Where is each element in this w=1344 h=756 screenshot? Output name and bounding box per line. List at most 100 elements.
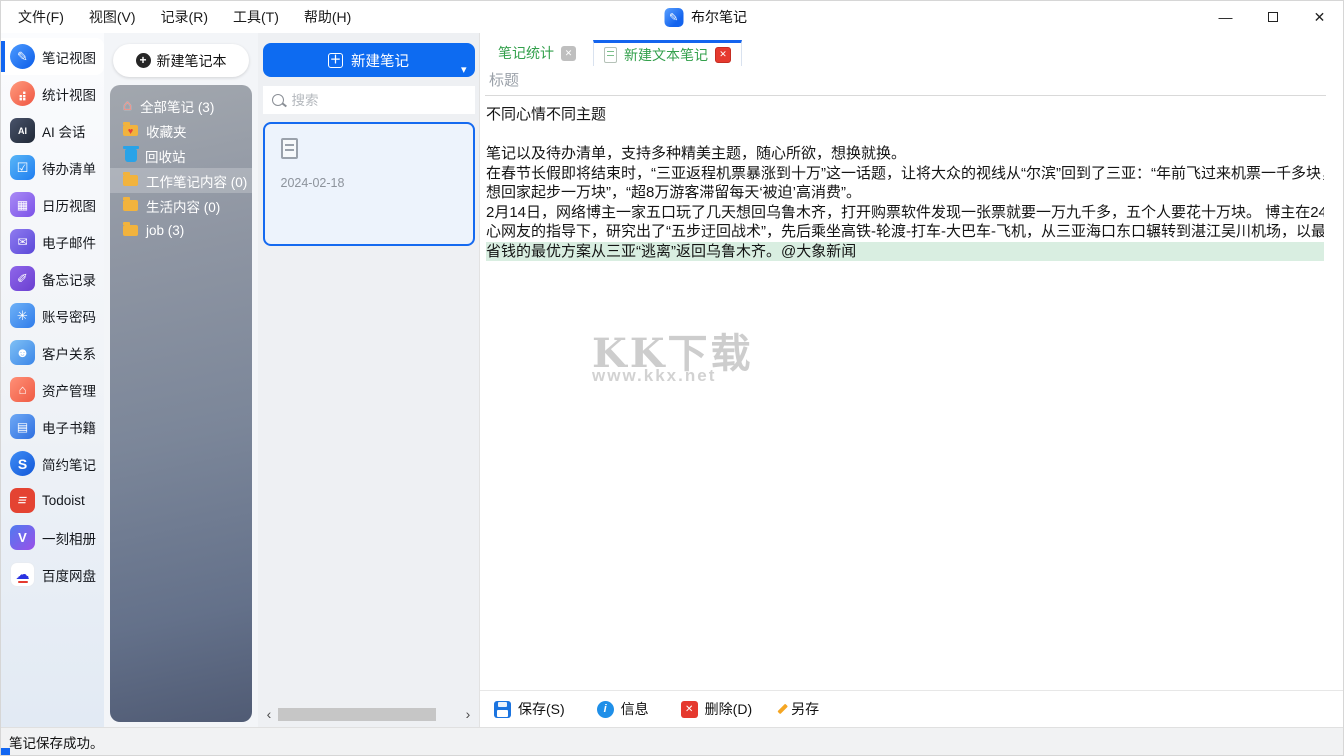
tab-bar: 笔记统计 ✕ 新建文本笔记 ✕ bbox=[480, 39, 1343, 66]
editor-text-line bbox=[486, 125, 1324, 145]
sidebar-item-passwords[interactable]: ✳ 账号密码 bbox=[1, 297, 104, 334]
tab-new-text-note[interactable]: 新建文本笔记 ✕ bbox=[593, 40, 742, 66]
menu-file[interactable]: 文件(F) bbox=[9, 1, 73, 33]
pencil-icon bbox=[777, 703, 787, 713]
sidebar-item-ebooks[interactable]: ▤ 电子书籍 bbox=[1, 408, 104, 445]
menu-bar: 文件(F) 视图(V) 记录(R) 工具(T) 帮助(H) bbox=[1, 1, 367, 33]
maximize-button[interactable] bbox=[1249, 1, 1296, 33]
sidebar-label: 日历视图 bbox=[42, 195, 96, 215]
sidebar-label: 备忘记录 bbox=[42, 269, 96, 289]
search-input[interactable] bbox=[292, 93, 475, 108]
baidu-netdisk-icon: ☁ bbox=[10, 562, 35, 587]
scroll-left-arrow-icon[interactable]: ‹ bbox=[262, 707, 276, 721]
tree-item-life-notes[interactable]: 生活内容 (0) bbox=[110, 193, 252, 218]
main-area: ✎ 笔记视图 ⣴ 统计视图 AI AI 会话 ☑ 待办清单 ▦ 日历视图 ✉ 电… bbox=[1, 33, 1343, 727]
close-icon[interactable]: ✕ bbox=[715, 47, 731, 63]
favorites-folder-icon bbox=[123, 125, 138, 136]
info-button[interactable]: i 信息 bbox=[597, 699, 649, 719]
assets-icon: ⌂ bbox=[10, 377, 35, 402]
plus-square-icon: ＋ bbox=[328, 53, 343, 68]
sidebar-label: 客户关系 bbox=[42, 343, 96, 363]
memo-icon: ✐ bbox=[10, 266, 35, 291]
app-window: 文件(F) 视图(V) 记录(R) 工具(T) 帮助(H) ✎ 布尔笔记 — ✕… bbox=[0, 0, 1344, 756]
chevron-down-icon[interactable]: ▾ bbox=[461, 63, 467, 76]
menu-view[interactable]: 视图(V) bbox=[80, 1, 145, 33]
sidebar-label: 待办清单 bbox=[42, 158, 96, 178]
notebook-panel: + 新建笔记本 ⌂ 全部笔记 (3) 收藏夹 回收站 工作笔记内 bbox=[104, 33, 258, 727]
tree-item-all-notes[interactable]: ⌂ 全部笔记 (3) bbox=[110, 93, 252, 118]
tree-label: 工作笔记内容 (0) bbox=[146, 171, 247, 191]
plus-icon: + bbox=[136, 53, 151, 68]
tree-item-job[interactable]: job (3) bbox=[110, 218, 252, 243]
tree-item-favorites[interactable]: 收藏夹 bbox=[110, 118, 252, 143]
sidebar-item-simple-notes[interactable]: S 简约笔记 bbox=[1, 445, 104, 482]
save-label: 保存(S) bbox=[518, 699, 565, 719]
sidebar-label: 笔记视图 bbox=[42, 47, 96, 67]
save-as-label: 另存 bbox=[791, 699, 819, 719]
note-list-panel: ＋ 新建笔记 ▾ 2024-02-18 ‹ › bbox=[258, 33, 479, 727]
save-as-button[interactable]: 另存 bbox=[784, 699, 819, 719]
editor-text-line-highlighted: 省钱的最优方案从三亚“逃离”返回乌鲁木齐。@大象新闻 bbox=[486, 242, 1324, 262]
tree-label: 回收站 bbox=[145, 146, 186, 166]
sidebar-label: 电子书籍 bbox=[42, 417, 96, 437]
new-notebook-label: 新建笔记本 bbox=[157, 51, 227, 71]
photo-album-icon: V bbox=[10, 525, 35, 550]
note-card[interactable]: 2024-02-18 bbox=[263, 122, 475, 246]
menu-record[interactable]: 记录(R) bbox=[152, 1, 217, 33]
editor-area: 笔记统计 ✕ 新建文本笔记 ✕ 不同心情不同主题 笔记以及待办清单，支持多种精美… bbox=[479, 33, 1343, 727]
stats-view-icon: ⣴ bbox=[10, 81, 35, 106]
notes-view-icon: ✎ bbox=[10, 44, 35, 69]
editor-text-line: 不同心情不同主题 bbox=[486, 105, 1324, 125]
minimize-button[interactable]: — bbox=[1202, 1, 1249, 33]
window-title: ✎ 布尔笔记 bbox=[664, 7, 747, 27]
editor-toolbar: 保存(S) i 信息 ✕ 删除(D) 另存 bbox=[480, 690, 1343, 727]
folder-icon bbox=[123, 175, 138, 186]
tab-label: 新建文本笔记 bbox=[624, 45, 708, 65]
menu-tools[interactable]: 工具(T) bbox=[224, 1, 288, 33]
ebooks-icon: ▤ bbox=[10, 414, 35, 439]
sidebar-item-calendar-view[interactable]: ▦ 日历视图 bbox=[1, 186, 104, 223]
sidebar-label: 资产管理 bbox=[42, 380, 96, 400]
folder-icon bbox=[123, 225, 138, 236]
sidebar-item-memo[interactable]: ✐ 备忘记录 bbox=[1, 260, 104, 297]
text-note-icon bbox=[604, 47, 617, 63]
tree-item-work-notes[interactable]: 工作笔记内容 (0) bbox=[110, 168, 252, 193]
status-text: 笔记保存成功。 bbox=[9, 732, 104, 752]
sidebar-item-customer-relations[interactable]: ☻ 客户关系 bbox=[1, 334, 104, 371]
note-title-input[interactable] bbox=[485, 72, 1326, 89]
close-button[interactable]: ✕ bbox=[1296, 1, 1343, 33]
sidebar-item-notes-view[interactable]: ✎ 笔记视图 bbox=[1, 38, 104, 75]
sidebar-item-assets[interactable]: ⌂ 资产管理 bbox=[1, 371, 104, 408]
note-content[interactable]: 不同心情不同主题 笔记以及待办清单，支持多种精美主题，随心所欲，想换就换。 在春… bbox=[480, 96, 1343, 690]
new-note-button[interactable]: ＋ 新建笔记 ▾ bbox=[263, 43, 475, 77]
todo-list-icon: ☑ bbox=[10, 155, 35, 180]
sidebar-label: 简约笔记 bbox=[42, 454, 96, 474]
sidebar-item-photo-album[interactable]: V 一刻相册 bbox=[1, 519, 104, 556]
passwords-icon: ✳ bbox=[10, 303, 35, 328]
delete-button[interactable]: ✕ 删除(D) bbox=[681, 699, 752, 719]
sidebar-item-stats-view[interactable]: ⣴ 统计视图 bbox=[1, 75, 104, 112]
sidebar-item-todo-list[interactable]: ☑ 待办清单 bbox=[1, 149, 104, 186]
editor-text-line: 想回家起步一万块”，“超8万游客滞留每天‘被迫’高消费”。 bbox=[486, 183, 1324, 203]
editor-text-line: 笔记以及待办清单，支持多种精美主题，随心所欲，想换就换。 bbox=[486, 144, 1324, 164]
customer-relations-icon: ☻ bbox=[10, 340, 35, 365]
save-button[interactable]: 保存(S) bbox=[494, 699, 565, 719]
menu-help[interactable]: 帮助(H) bbox=[295, 1, 360, 33]
tab-note-stats[interactable]: 笔记统计 ✕ bbox=[488, 40, 586, 66]
scrollbar-thumb[interactable] bbox=[278, 708, 436, 721]
sidebar-item-baidu-netdisk[interactable]: ☁ 百度网盘 bbox=[1, 556, 104, 593]
sidebar-item-todoist[interactable]: ≡ Todoist bbox=[1, 482, 104, 519]
scroll-right-arrow-icon[interactable]: › bbox=[461, 707, 475, 721]
sidebar-item-email[interactable]: ✉ 电子邮件 bbox=[1, 223, 104, 260]
trash-icon bbox=[125, 149, 137, 162]
sidebar-item-ai-chat[interactable]: AI AI 会话 bbox=[1, 112, 104, 149]
sidebar-label: 账号密码 bbox=[42, 306, 96, 326]
home-icon: ⌂ bbox=[123, 98, 132, 113]
info-label: 信息 bbox=[621, 699, 649, 719]
new-notebook-button[interactable]: + 新建笔记本 bbox=[113, 44, 249, 77]
sidebar-label: 百度网盘 bbox=[42, 565, 96, 585]
editor-text-line: 2月14日，网络博主一家五口玩了几天想回乌鲁木齐，打开购票软件发现一张票就要一万… bbox=[486, 203, 1324, 223]
close-icon[interactable]: ✕ bbox=[561, 46, 576, 61]
tree-item-trash[interactable]: 回收站 bbox=[110, 143, 252, 168]
tab-label: 笔记统计 bbox=[498, 43, 554, 63]
